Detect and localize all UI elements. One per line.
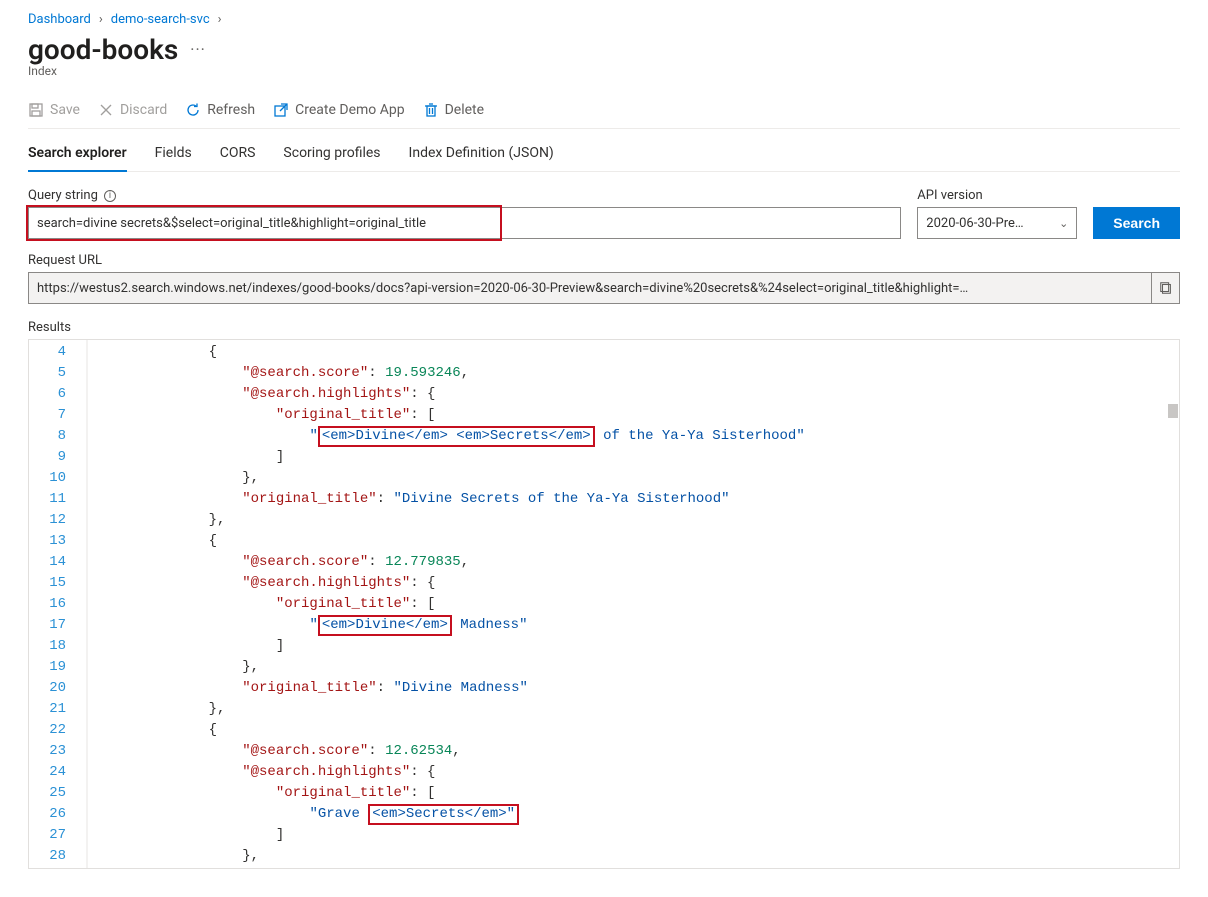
copy-button[interactable] — [1152, 272, 1180, 304]
chevron-right-icon: › — [99, 12, 103, 27]
results-viewer: 4567891011121314151617181920212223242526… — [28, 339, 1180, 869]
code-line: "original_title": "Divine Madness" — [133, 678, 1179, 699]
code-body[interactable]: { "@search.score": 19.593246, "@search.h… — [133, 340, 1179, 868]
request-url-label: Request URL — [28, 253, 1180, 268]
discard-label: Discard — [120, 102, 167, 118]
code-line: }, — [133, 510, 1179, 531]
info-icon[interactable]: i — [104, 190, 116, 202]
line-gutter: 4567891011121314151617181920212223242526… — [29, 340, 87, 868]
code-line: ] — [133, 636, 1179, 657]
delete-label: Delete — [445, 102, 484, 118]
code-line: "<em>Divine</em> Madness" — [133, 615, 1179, 636]
code-line: "@search.highlights": { — [133, 573, 1179, 594]
api-version-value: 2020-06-30-Pre… — [926, 216, 1023, 231]
code-line: "original_title": [ — [133, 405, 1179, 426]
tab-scoring-profiles[interactable]: Scoring profiles — [283, 139, 380, 171]
code-line: "@search.highlights": { — [133, 762, 1179, 783]
delete-button[interactable]: Delete — [423, 102, 484, 118]
annotation-box: <em>Secrets</em>" — [368, 804, 519, 825]
breadcrumb: Dashboard › demo-search-svc › — [28, 12, 1180, 27]
trash-icon — [423, 102, 439, 118]
code-line: "@search.highlights": { — [133, 384, 1179, 405]
code-line: { — [133, 342, 1179, 363]
scrollbar-thumb[interactable] — [1168, 404, 1178, 418]
refresh-icon — [185, 102, 201, 118]
code-line: { — [133, 531, 1179, 552]
annotation-box: <em>Divine</em> <em>Secrets</em> — [318, 426, 595, 447]
refresh-label: Refresh — [207, 102, 255, 118]
query-string-label: Query string i — [28, 188, 901, 203]
external-link-icon — [273, 102, 289, 118]
copy-icon — [1159, 281, 1173, 295]
code-line: "<em>Divine</em> <em>Secrets</em> of the… — [133, 426, 1179, 447]
code-line: ] — [133, 447, 1179, 468]
tab-index-definition-json-[interactable]: Index Definition (JSON) — [409, 139, 554, 171]
code-line: "original_title": "Divine Secrets of the… — [133, 489, 1179, 510]
page-title: good-books — [28, 33, 178, 66]
code-line: "@search.score": 12.62534, — [133, 741, 1179, 762]
chevron-right-icon: › — [218, 12, 222, 27]
code-line: { — [133, 720, 1179, 741]
more-actions-icon[interactable]: ··· — [190, 40, 206, 59]
code-line: "original_title": [ — [133, 783, 1179, 804]
api-version-select[interactable]: 2020-06-30-Pre… ⌄ — [917, 207, 1077, 239]
refresh-button[interactable]: Refresh — [185, 102, 255, 118]
save-label: Save — [50, 102, 80, 118]
annotation-box: <em>Divine</em> — [318, 615, 452, 636]
code-line: "original_title": [ — [133, 594, 1179, 615]
save-icon — [28, 102, 44, 118]
save-button[interactable]: Save — [28, 102, 80, 118]
code-line: }, — [133, 846, 1179, 867]
code-line: "@search.score": 19.593246, — [133, 363, 1179, 384]
code-line: ] — [133, 825, 1179, 846]
chevron-down-icon: ⌄ — [1059, 217, 1068, 230]
code-line: }, — [133, 699, 1179, 720]
tab-cors[interactable]: CORS — [220, 139, 256, 171]
breadcrumb-link-dashboard[interactable]: Dashboard — [28, 12, 91, 27]
tab-fields[interactable]: Fields — [155, 139, 192, 171]
request-url-value: https://westus2.search.windows.net/index… — [28, 272, 1152, 304]
close-icon — [98, 102, 114, 118]
tabs: Search explorer Fields CORS Scoring profile… — [28, 129, 1180, 172]
code-line: "@search.score": 12.779835, — [133, 552, 1179, 573]
breadcrumb-link-service[interactable]: demo-search-svc — [111, 12, 210, 27]
results-label: Results — [28, 320, 1180, 335]
search-button[interactable]: Search — [1093, 207, 1180, 239]
toolbar: Save Discard Refresh Create Demo App Del… — [28, 96, 1180, 129]
page-subtitle: Index — [28, 64, 1180, 78]
create-demo-label: Create Demo App — [295, 102, 404, 118]
query-string-input[interactable] — [28, 207, 901, 239]
code-line: "Grave <em>Secrets</em>" — [133, 804, 1179, 825]
code-line: }, — [133, 468, 1179, 489]
scrollbar[interactable] — [1163, 340, 1179, 868]
api-version-label: API version — [917, 188, 1077, 203]
tab-search-explorer[interactable]: Search explorer — [28, 139, 127, 171]
code-line: }, — [133, 657, 1179, 678]
create-demo-app-button[interactable]: Create Demo App — [273, 102, 404, 118]
discard-button[interactable]: Discard — [98, 102, 167, 118]
